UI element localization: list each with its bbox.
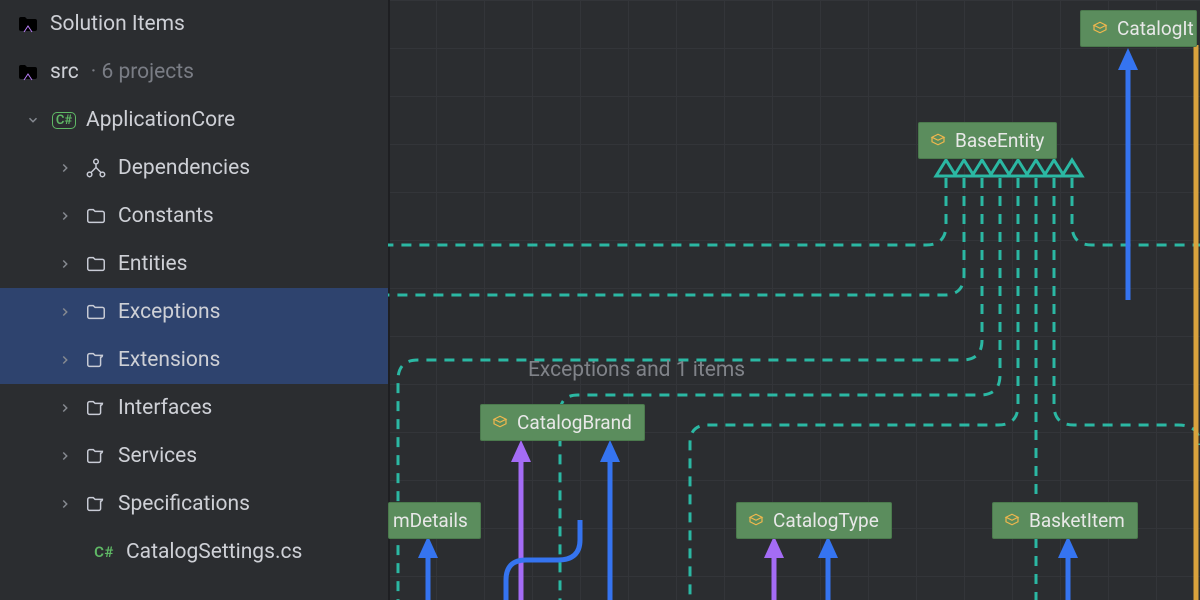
tree-label: Extensions [118, 348, 220, 372]
folder-icon [84, 444, 108, 468]
tree-label: Exceptions [118, 300, 220, 324]
tree-label: Solution Items [50, 12, 185, 36]
tree-label: ApplicationCore [86, 108, 235, 132]
tree-item-exceptions[interactable]: Exceptions [0, 288, 388, 336]
project-tree: Solution Items src · 6 projects C# Appli… [0, 0, 388, 600]
chevron-right-icon[interactable] [56, 351, 74, 369]
drag-ghost-label: Exceptions and 1 items [528, 358, 745, 382]
tree-item-entities[interactable]: Entities [0, 240, 388, 288]
node-label: CatalogType [773, 509, 879, 532]
folder-icon [84, 492, 108, 516]
tree-label: Specifications [118, 492, 250, 516]
tree-label: CatalogSettings.cs [126, 540, 302, 564]
tree-item-dependencies[interactable]: Dependencies [0, 144, 388, 192]
class-icon [1091, 20, 1109, 38]
tree-label: Services [118, 444, 197, 468]
diagram-canvas[interactable]: Exceptions and 1 items BaseEntity Catalo… [388, 0, 1200, 600]
node-label: mDetails [393, 509, 468, 532]
chevron-right-icon[interactable] [56, 207, 74, 225]
node-label: BasketItem [1029, 509, 1125, 532]
chevron-right-icon[interactable] [56, 159, 74, 177]
csharp-file-icon: C# [92, 540, 116, 564]
tree-label: Constants [118, 204, 214, 228]
tree-item-specifications[interactable]: Specifications [0, 480, 388, 528]
folder-icon [84, 348, 108, 372]
tree-item-catalog-settings[interactable]: C# CatalogSettings.cs [0, 528, 388, 576]
tree-item-src[interactable]: src · 6 projects [0, 48, 388, 96]
tree-label: Dependencies [118, 156, 250, 180]
class-icon [747, 512, 765, 530]
folder-solution-icon [16, 12, 40, 36]
folder-icon [84, 300, 108, 324]
tree-item-extensions[interactable]: Extensions [0, 336, 388, 384]
node-label: BaseEntity [955, 129, 1044, 152]
diagram-node-em-details[interactable]: mDetails [388, 502, 481, 539]
diagram-node-catalog-brand[interactable]: CatalogBrand [480, 404, 645, 441]
folder-src-icon [16, 60, 40, 84]
chevron-right-icon[interactable] [56, 447, 74, 465]
chevron-right-icon[interactable] [56, 495, 74, 513]
tree-meta: · 6 projects [91, 60, 194, 84]
dependencies-icon [84, 156, 108, 180]
chevron-right-icon[interactable] [56, 303, 74, 321]
class-icon [1003, 512, 1021, 530]
tree-item-application-core[interactable]: C# ApplicationCore [0, 96, 388, 144]
chevron-right-icon[interactable] [56, 399, 74, 417]
folder-icon [84, 204, 108, 228]
chevron-right-icon[interactable] [56, 255, 74, 273]
diagram-node-base-entity[interactable]: BaseEntity [918, 122, 1057, 159]
class-icon [491, 414, 509, 432]
tree-label: src [50, 60, 79, 84]
node-label: CatalogIt [1117, 17, 1194, 40]
tree-item-interfaces[interactable]: Interfaces [0, 384, 388, 432]
diagram-node-catalog-item[interactable]: CatalogIt [1080, 10, 1197, 47]
tree-item-solution-items[interactable]: Solution Items [0, 0, 388, 48]
tree-item-constants[interactable]: Constants [0, 192, 388, 240]
class-icon [929, 132, 947, 150]
tree-item-services[interactable]: Services [0, 432, 388, 480]
folder-icon [84, 252, 108, 276]
diagram-node-catalog-type[interactable]: CatalogType [736, 502, 892, 539]
diagram-node-basket-item[interactable]: BasketItem [992, 502, 1138, 539]
folder-icon [84, 396, 108, 420]
tree-label: Interfaces [118, 396, 212, 420]
tree-label: Entities [118, 252, 187, 276]
node-label: CatalogBrand [517, 411, 632, 434]
csharp-project-icon: C# [52, 108, 76, 132]
chevron-down-icon[interactable] [24, 111, 42, 129]
